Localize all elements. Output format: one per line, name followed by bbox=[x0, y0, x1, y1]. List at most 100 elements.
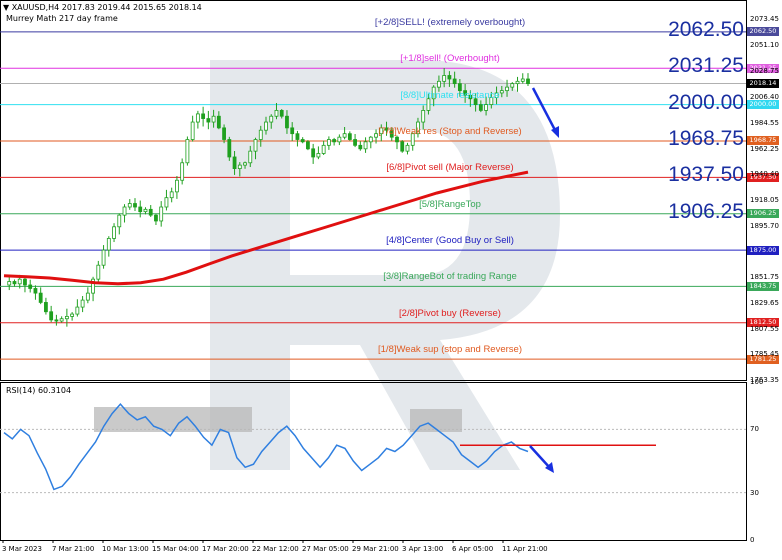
candle-body bbox=[49, 311, 54, 321]
candle-body bbox=[59, 318, 64, 322]
price-tick-label: 1918.05 bbox=[750, 195, 779, 204]
candle-body bbox=[447, 75, 452, 80]
candle-body bbox=[332, 139, 337, 143]
price-tick-label: 2028.75 bbox=[750, 67, 779, 76]
candle-body bbox=[28, 284, 33, 289]
level-price-big-label: 2031.25 bbox=[668, 54, 744, 78]
current-price-badge: 2018.14 bbox=[747, 78, 779, 88]
candle-body bbox=[452, 78, 457, 85]
candle-body bbox=[54, 319, 59, 322]
price-tick-label: 1807.55 bbox=[750, 324, 779, 333]
candle-body bbox=[64, 315, 69, 320]
time-tick-label: 3 Mar 2023 bbox=[2, 545, 42, 553]
candle-body bbox=[363, 141, 368, 150]
level-price-big-label: 1968.75 bbox=[668, 126, 744, 150]
price-tick-label: 1940.40 bbox=[750, 169, 779, 178]
candle-body bbox=[17, 278, 22, 285]
candle-body bbox=[96, 264, 101, 280]
candle-body bbox=[211, 115, 216, 123]
candle-body bbox=[505, 86, 509, 92]
price-tick-label: 1984.55 bbox=[750, 118, 779, 127]
candle-body bbox=[201, 113, 206, 119]
rsi-overbought-zone bbox=[94, 407, 252, 432]
candle-body bbox=[180, 162, 185, 181]
candle-body bbox=[106, 238, 111, 251]
candle-body bbox=[12, 281, 17, 285]
candle-body bbox=[175, 179, 179, 193]
time-tick-label: 17 Mar 20:00 bbox=[202, 545, 249, 553]
candle-body bbox=[159, 206, 164, 222]
candle-body bbox=[70, 313, 75, 317]
candle-body bbox=[300, 139, 305, 143]
rsi-tick-label: 30 bbox=[750, 488, 759, 497]
rsi-tick-label: 0 bbox=[750, 536, 755, 544]
candle-body bbox=[353, 139, 357, 146]
candle-body bbox=[358, 144, 363, 150]
candle-body bbox=[400, 141, 405, 152]
candle-body bbox=[195, 113, 200, 123]
candle-body bbox=[311, 148, 316, 158]
price-tick-label: 1829.65 bbox=[750, 298, 779, 307]
price-level-badge: 2000.00 bbox=[747, 100, 779, 110]
candle-body bbox=[185, 139, 190, 164]
price-tick-label: 1785.45 bbox=[750, 350, 779, 359]
candle-body bbox=[38, 292, 43, 303]
candle-body bbox=[117, 214, 122, 228]
murrey-level-label: [5/8]RangeTop bbox=[419, 198, 481, 210]
candle-body bbox=[264, 121, 268, 131]
price-tick-label: 1895.70 bbox=[750, 221, 779, 230]
time-tick-label: 10 Mar 13:00 bbox=[102, 545, 149, 553]
candle-body bbox=[248, 150, 253, 164]
indicator-label: Murrey Math 217 day frame bbox=[6, 14, 118, 23]
candle-body bbox=[484, 104, 488, 111]
symbol-header: ▼ XAUUSD,H4 2017.83 2019.44 2015.65 2018… bbox=[3, 3, 202, 12]
price-level-badge: 2062.50 bbox=[747, 27, 779, 37]
candle-body bbox=[101, 249, 106, 266]
candle-body bbox=[295, 133, 300, 140]
candle-body bbox=[337, 136, 342, 143]
time-tick-label: 6 Apr 05:00 bbox=[452, 545, 494, 553]
murrey-level-label: [+1/8]sell! (Overbought) bbox=[400, 53, 500, 65]
candle-body bbox=[169, 191, 174, 199]
candle-body bbox=[269, 115, 274, 123]
candle-body bbox=[80, 299, 85, 308]
candle-body bbox=[154, 214, 158, 222]
candle-body bbox=[164, 197, 169, 208]
murrey-level-label: [4/8]Center (Good Buy or Sell) bbox=[386, 235, 514, 247]
candle-body bbox=[515, 80, 520, 85]
candle-body bbox=[138, 206, 143, 213]
candle-body bbox=[237, 164, 242, 170]
candle-body bbox=[253, 139, 258, 152]
time-tick-label: 29 Mar 21:00 bbox=[352, 545, 399, 553]
rsi-tick-label: 70 bbox=[750, 425, 759, 434]
price-tick-label: 2051.10 bbox=[750, 41, 779, 50]
murrey-level-label: [6/8]Pivot sell (Major Reverse) bbox=[386, 162, 514, 174]
candle-body bbox=[306, 141, 310, 150]
murrey-level-label: [8/8]Ultimate resistance bbox=[400, 89, 500, 101]
candle-body bbox=[316, 153, 321, 158]
symbol-line: XAUUSD,H4 2017.83 2019.44 2015.65 2018.1… bbox=[11, 3, 202, 12]
candle-body bbox=[478, 104, 483, 111]
time-tick-label: 3 Apr 13:00 bbox=[402, 545, 444, 553]
candle-body bbox=[23, 278, 27, 286]
candle-body bbox=[321, 144, 326, 154]
candle-body bbox=[374, 133, 378, 138]
candle-body bbox=[437, 80, 441, 88]
candle-body bbox=[285, 115, 289, 129]
candle-body bbox=[143, 208, 148, 213]
candle-body bbox=[421, 110, 426, 123]
candle-body bbox=[274, 110, 279, 117]
candle-body bbox=[112, 226, 116, 239]
price-level-badge: 1875.00 bbox=[747, 245, 779, 255]
candle-body bbox=[243, 162, 247, 166]
time-tick-label: 27 Mar 05:00 bbox=[302, 545, 349, 553]
time-tick-label: 22 Mar 12:00 bbox=[252, 545, 299, 553]
murrey-level-label: [3/8]RangeBot of trading Range bbox=[383, 271, 517, 283]
candle-body bbox=[206, 118, 211, 123]
candle-body bbox=[405, 144, 410, 152]
candle-body bbox=[148, 208, 153, 216]
candle-body bbox=[442, 75, 447, 82]
candle-body bbox=[342, 133, 347, 138]
time-tick-label: 7 Mar 21:00 bbox=[52, 545, 95, 553]
murrey-level-label: [2/8]Pivot buy (Reverse) bbox=[399, 307, 501, 319]
